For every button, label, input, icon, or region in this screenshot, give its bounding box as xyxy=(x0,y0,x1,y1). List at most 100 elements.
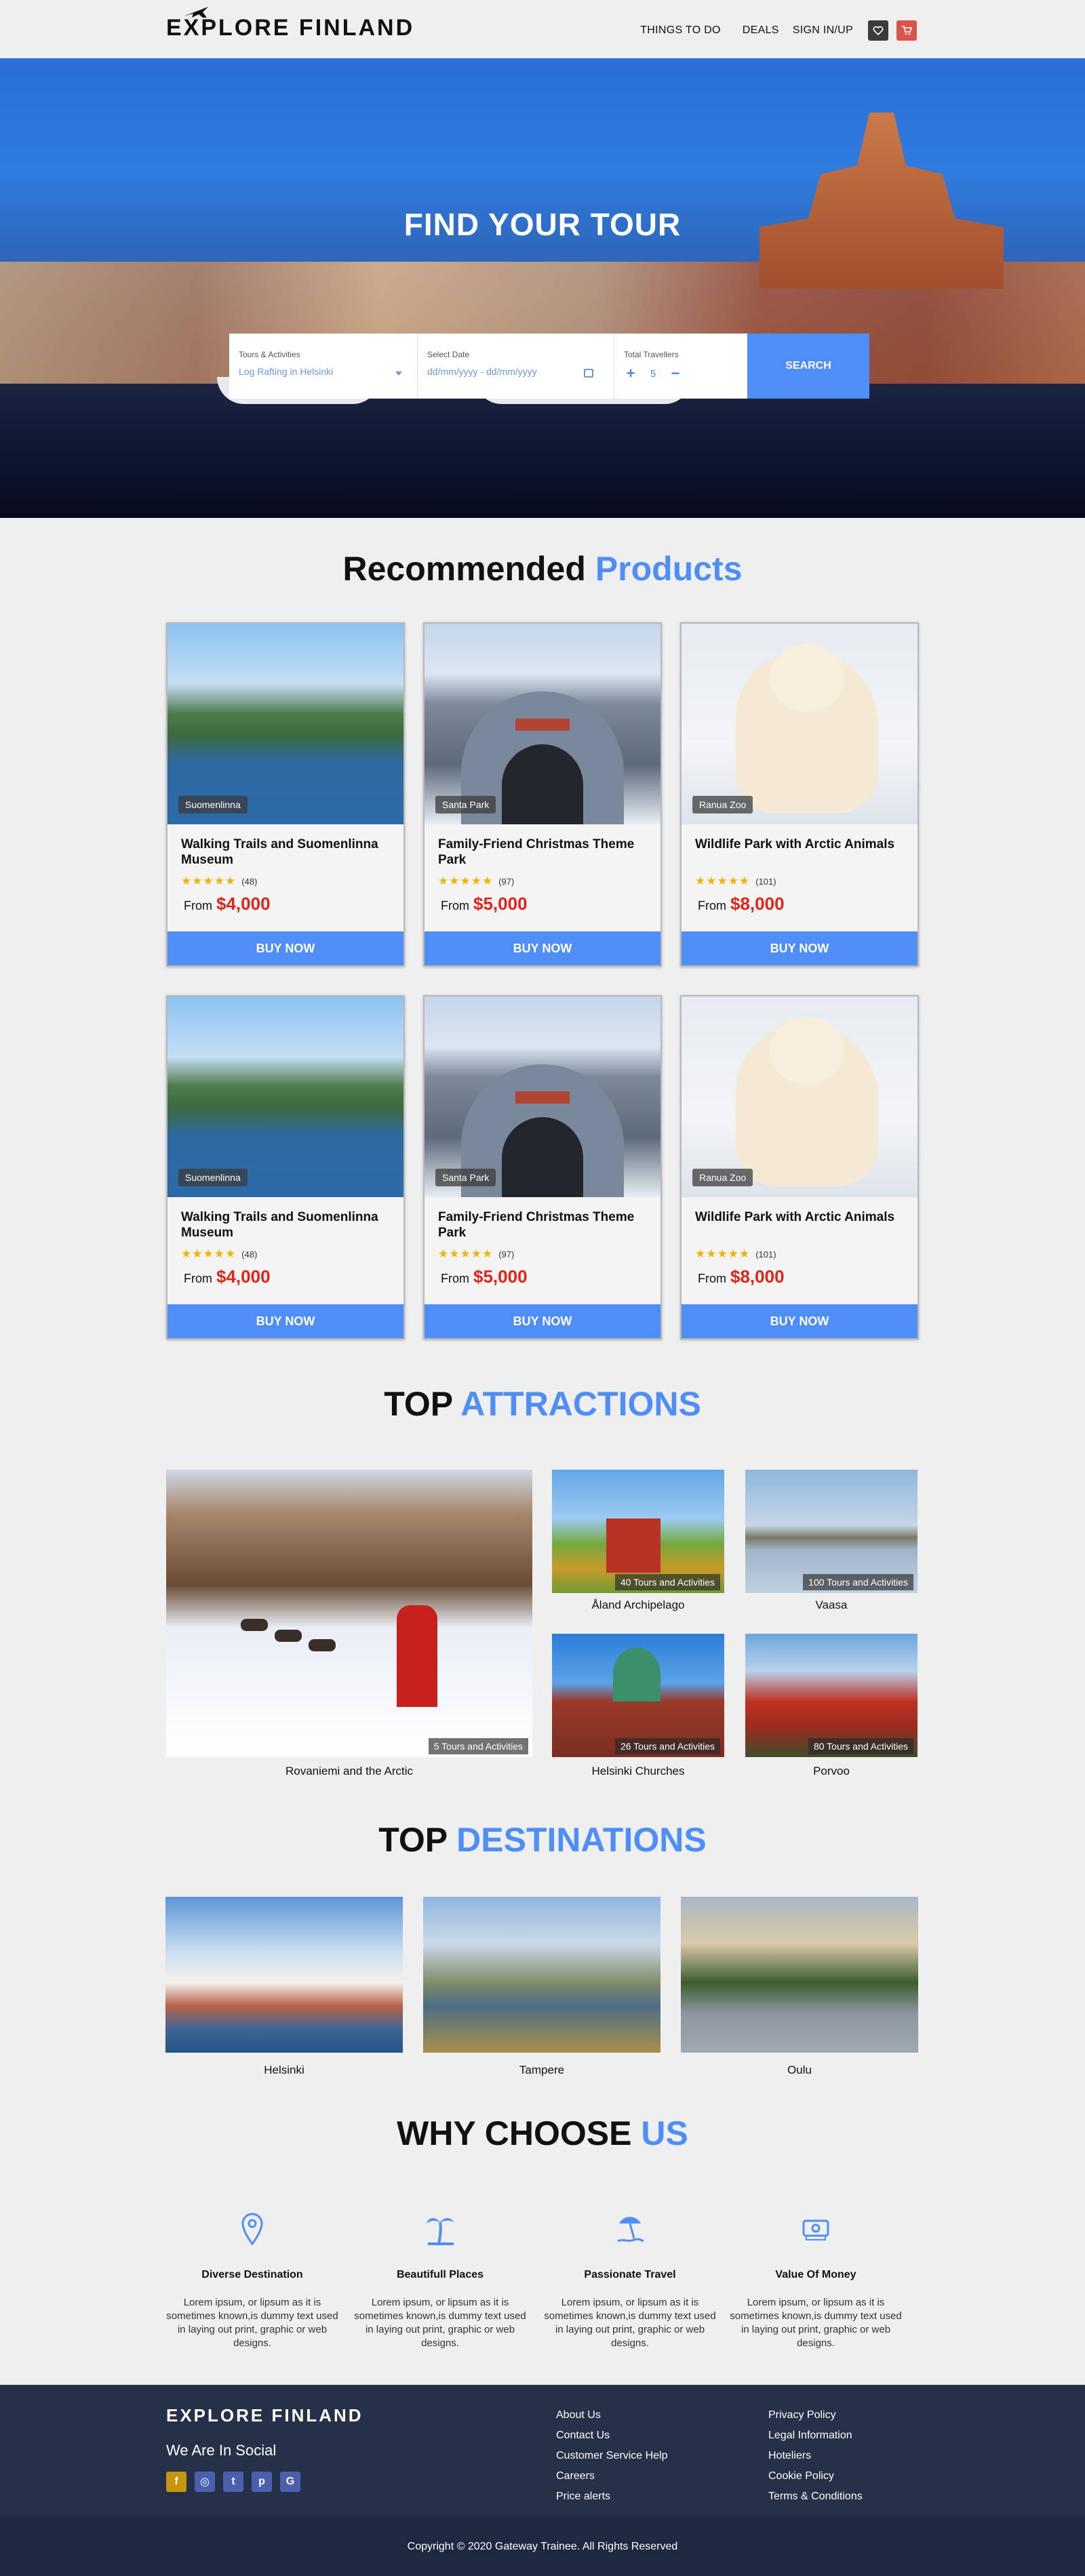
attraction-label[interactable]: Rovaniemi and the Arctic xyxy=(166,1765,532,1778)
search-button[interactable]: SEARCH xyxy=(747,334,869,399)
destination-label[interactable]: Tampere xyxy=(423,2064,660,2077)
destination-label[interactable]: Helsinki xyxy=(165,2064,403,2077)
calendar-icon[interactable] xyxy=(584,369,593,378)
date-range-field[interactable]: Select Date dd/mm/yyyy - dd/mm/yyyy xyxy=(418,334,614,399)
product-price: $4,000 xyxy=(216,893,271,914)
footer-link-price-alerts[interactable]: Price alerts xyxy=(556,2487,668,2507)
footer-link-help[interactable]: Customer Service Help xyxy=(556,2446,668,2466)
feature-text: Lorem ipsum, or lipsum as it is sometime… xyxy=(166,2297,338,2349)
twitter-icon[interactable]: t xyxy=(223,2472,243,2492)
location-tag: Santa Park xyxy=(435,796,496,813)
santa-park-image: Santa Park xyxy=(425,997,660,1197)
nav-things-to-do[interactable]: THINGS TO DO xyxy=(640,24,721,37)
review-count: (97) xyxy=(498,876,515,887)
attraction-vaasa[interactable]: 100 Tours and Activities xyxy=(745,1470,918,1593)
buy-now-button[interactable]: BUY NOW xyxy=(425,1304,660,1338)
feature-item: Beautifull Places Lorem ipsum, or lipsum… xyxy=(352,2211,528,2350)
feature-item: Diverse Destination Lorem ipsum, or lips… xyxy=(164,2211,340,2350)
star-rating-icon: ★★★★★ xyxy=(438,1247,494,1260)
nav-deals[interactable]: DEALS xyxy=(743,24,779,37)
increment-plus-icon[interactable]: + xyxy=(624,365,637,382)
feature-title: Diverse Destination xyxy=(201,2269,303,2280)
product-card[interactable]: Santa Park Family-Friend Christmas Theme… xyxy=(423,995,662,1340)
review-count: (101) xyxy=(755,876,776,887)
attraction-aland[interactable]: 40 Tours and Activities xyxy=(552,1470,724,1593)
tours-count-badge: 40 Tours and Activities xyxy=(614,1574,720,1590)
review-count: (101) xyxy=(755,1249,776,1260)
location-tag: Santa Park xyxy=(435,1169,496,1186)
footer-link-contact[interactable]: Contact Us xyxy=(556,2426,668,2446)
product-title[interactable]: Walking Trails and Suomenlinna Museum xyxy=(181,1209,391,1241)
footer-logo[interactable]: EXPLORE FINLAND xyxy=(166,2405,363,2426)
tours-activities-select[interactable]: Tours & Activities Log Rafting in Helsin… xyxy=(229,334,418,399)
footer-link-legal[interactable]: Legal Information xyxy=(768,2426,863,2446)
product-card[interactable]: Suomenlinna Walking Trails and Suomenlin… xyxy=(166,995,405,1340)
tour-search-bar: Tours & Activities Log Rafting in Helsin… xyxy=(229,334,869,399)
feature-text: Lorem ipsum, or lipsum as it is sometime… xyxy=(354,2297,526,2349)
product-card[interactable]: Ranua Zoo Wildlife Park with Arctic Anim… xyxy=(680,622,919,967)
santa-park-image: Santa Park xyxy=(425,624,660,824)
pinterest-icon[interactable]: p xyxy=(252,2472,272,2492)
nav-sign-in[interactable]: SIGN IN/UP xyxy=(793,24,853,37)
footer-links-column: Privacy Policy Legal Information Hotelie… xyxy=(768,2405,863,2507)
product-price: $5,000 xyxy=(473,1266,528,1287)
site-logo[interactable]: EXPLORE FINLAND xyxy=(166,7,414,41)
attraction-label[interactable]: Porvoo xyxy=(745,1765,918,1778)
buy-now-button[interactable]: BUY NOW xyxy=(682,931,918,965)
attraction-rovaniemi[interactable]: 5 Tours and Activities xyxy=(166,1470,532,1757)
destination-label[interactable]: Oulu xyxy=(681,2064,918,2077)
footer-link-hoteliers[interactable]: Hoteliers xyxy=(768,2446,863,2466)
product-title[interactable]: Wildlife Park with Arctic Animals xyxy=(695,837,905,852)
footer-link-terms[interactable]: Terms & Conditions xyxy=(768,2487,863,2507)
footer-link-about[interactable]: About Us xyxy=(556,2405,668,2426)
footer-link-cookie[interactable]: Cookie Policy xyxy=(768,2466,863,2487)
attraction-helsinki-churches[interactable]: 26 Tours and Activities xyxy=(552,1634,724,1757)
tours-count-badge: 5 Tours and Activities xyxy=(428,1738,528,1754)
buy-now-button[interactable]: BUY NOW xyxy=(167,931,403,965)
product-title[interactable]: Walking Trails and Suomenlinna Museum xyxy=(181,837,391,868)
destinations-heading: TOP DESTINATIONS xyxy=(378,1821,707,1859)
buy-now-button[interactable]: BUY NOW xyxy=(682,1304,918,1338)
attraction-porvoo[interactable]: 80 Tours and Activities xyxy=(745,1634,918,1757)
buy-now-button[interactable]: BUY NOW xyxy=(167,1304,403,1338)
buy-now-button[interactable]: BUY NOW xyxy=(425,931,660,965)
destination-helsinki-image[interactable] xyxy=(165,1897,403,2053)
copyright-text: Copyright © 2020 Gateway Trainee. All Ri… xyxy=(407,2541,678,2552)
destination-oulu-image[interactable] xyxy=(681,1897,918,2053)
attraction-label[interactable]: Helsinki Churches xyxy=(552,1765,724,1778)
beach-umbrella-icon xyxy=(617,2217,644,2242)
wishlist-heart-icon[interactable] xyxy=(868,20,888,41)
destination-tampere-image[interactable] xyxy=(423,1897,660,2053)
product-price: $8,000 xyxy=(730,893,785,914)
hero-title: FIND YOUR TOUR xyxy=(403,207,682,242)
attraction-label[interactable]: Vaasa xyxy=(745,1598,918,1612)
plane-icon xyxy=(184,7,208,18)
product-title[interactable]: Family-Friend Christmas Theme Park xyxy=(438,1209,648,1241)
instagram-icon[interactable]: ◎ xyxy=(195,2472,215,2492)
decrement-minus-icon[interactable]: − xyxy=(669,365,682,382)
product-card[interactable]: Suomenlinna Walking Trails and Suomenlin… xyxy=(166,622,405,967)
top-nav: EXPLORE FINLAND THINGS TO DO DEALS SIGN … xyxy=(0,0,1085,58)
feature-item: Value Of Money Lorem ipsum, or lipsum as… xyxy=(728,2211,904,2350)
travellers-stepper: Total Travellers + 5 − xyxy=(614,334,747,399)
cart-icon[interactable] xyxy=(896,20,917,41)
product-price: $5,000 xyxy=(473,893,528,914)
suomenlinna-image: Suomenlinna xyxy=(167,997,403,1197)
footer-link-careers[interactable]: Careers xyxy=(556,2466,668,2487)
star-rating-icon: ★★★★★ xyxy=(695,874,751,887)
footer-link-privacy[interactable]: Privacy Policy xyxy=(768,2405,863,2426)
travellers-count[interactable]: 5 xyxy=(637,368,669,380)
product-title[interactable]: Wildlife Park with Arctic Animals xyxy=(695,1209,905,1225)
tours-count-badge: 26 Tours and Activities xyxy=(614,1738,720,1754)
product-card[interactable]: Santa Park Family-Friend Christmas Theme… xyxy=(423,622,662,967)
location-tag: Ranua Zoo xyxy=(692,1169,753,1186)
feature-title: Beautifull Places xyxy=(396,2269,484,2280)
map-pin-icon xyxy=(241,2213,263,2246)
star-rating-icon: ★★★★★ xyxy=(695,1247,751,1260)
google-icon[interactable]: G xyxy=(280,2472,300,2492)
attraction-label[interactable]: Åland Archipelago xyxy=(552,1598,724,1612)
star-rating-icon: ★★★★★ xyxy=(438,874,494,887)
product-card[interactable]: Ranua Zoo Wildlife Park with Arctic Anim… xyxy=(680,995,919,1340)
facebook-icon[interactable]: f xyxy=(166,2472,186,2492)
product-title[interactable]: Family-Friend Christmas Theme Park xyxy=(438,837,648,868)
